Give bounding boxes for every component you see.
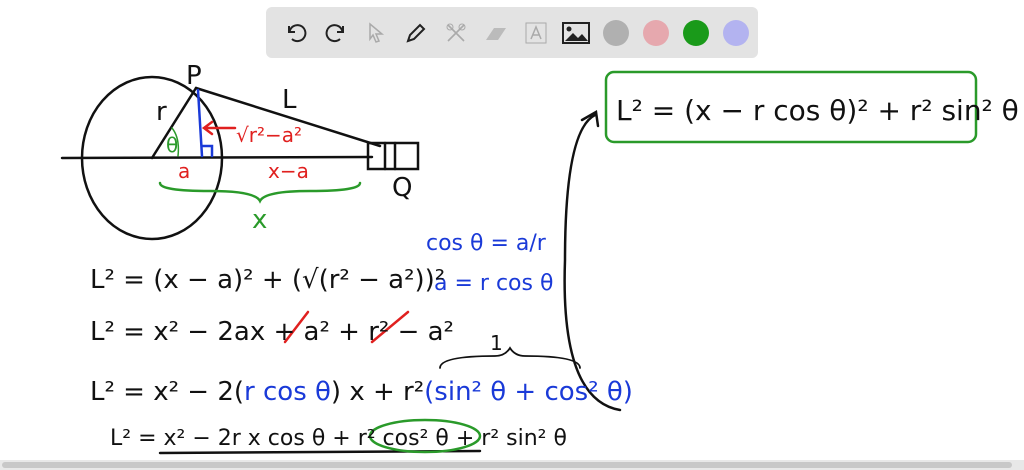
label-theta: θ <box>166 133 178 157</box>
equation-1: L² = (x − a)² + (√(r² − a²))² <box>90 265 445 295</box>
cos-theta-equation: cos θ = a/r <box>426 231 547 256</box>
label-r: r <box>156 97 167 127</box>
brace-x <box>158 181 362 204</box>
label-L: L <box>282 85 297 115</box>
connecting-arrow <box>563 110 622 412</box>
horizontal-scrollbar[interactable] <box>0 460 1024 470</box>
horizontal-axis <box>60 155 374 160</box>
label-sqrt: √r²−a² <box>236 123 302 147</box>
label-Q: Q <box>392 173 412 203</box>
boxed-equation: L² = (x − r cos θ)² + r² sin² θ <box>616 94 1019 127</box>
a-equation: a = r cos θ <box>434 271 553 296</box>
brace-one <box>439 346 581 369</box>
label-x: x <box>252 205 267 235</box>
brace-label-one: 1 <box>490 331 503 355</box>
label-P: P <box>186 61 202 91</box>
equation-3: L² = x² − 2(r cos θ) x + r²(sin² θ + cos… <box>90 377 633 407</box>
label-x-minus-a: x−a <box>268 159 309 183</box>
equation-2: L² = x² − 2ax + a² + r² − a² <box>90 317 454 347</box>
scrollbar-thumb[interactable] <box>2 462 1012 468</box>
label-a: a <box>178 159 190 183</box>
whiteboard-canvas[interactable]: P r L θ √r²−a² a x−a x Q L² = (x − r cos… <box>0 0 1024 470</box>
piston-Q <box>366 141 420 171</box>
equation-4: L² = x² − 2r x cos θ + r² cos² θ + r² si… <box>110 426 567 451</box>
